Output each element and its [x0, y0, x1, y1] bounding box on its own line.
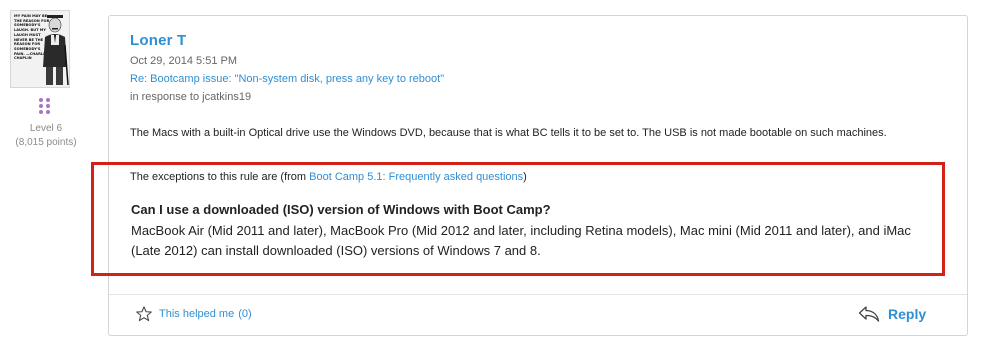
- post-date: Oct 29, 2014 5:51 PM: [130, 55, 238, 67]
- level-badge-icon: [38, 98, 52, 114]
- avatar[interactable]: MY PAIN MAY BE THE REASON FOR SOMEBODY'S…: [10, 10, 70, 88]
- author-level: Level 6: [29, 123, 63, 134]
- actions-divider: [109, 294, 967, 295]
- author-points: (8,015 points): [15, 137, 77, 148]
- author-level-info: Level 6 (8,015 points): [0, 122, 92, 150]
- post-body-text: The Macs with a built-in Optical drive u…: [130, 127, 887, 139]
- author-name-link[interactable]: Loner T: [130, 32, 186, 49]
- reply-button[interactable]: Reply: [858, 304, 926, 324]
- highlight-annotation-box: [91, 162, 945, 276]
- helped-count: (0): [238, 308, 252, 320]
- thread-title-link[interactable]: Re: Bootcamp issue: "Non-system disk, pr…: [130, 72, 444, 86]
- reply-label: Reply: [888, 306, 927, 322]
- reply-arrow-icon: [858, 306, 880, 322]
- helped-button[interactable]: This helped me (0): [135, 305, 252, 323]
- author-column: MY PAIN MAY BE THE REASON FOR SOMEBODY'S…: [0, 0, 96, 351]
- in-response-to: in response to jcatkins19: [130, 91, 252, 103]
- helped-label: This helped me: [159, 308, 235, 320]
- chaplin-silhouette-icon: [43, 15, 69, 86]
- star-icon: [136, 306, 152, 322]
